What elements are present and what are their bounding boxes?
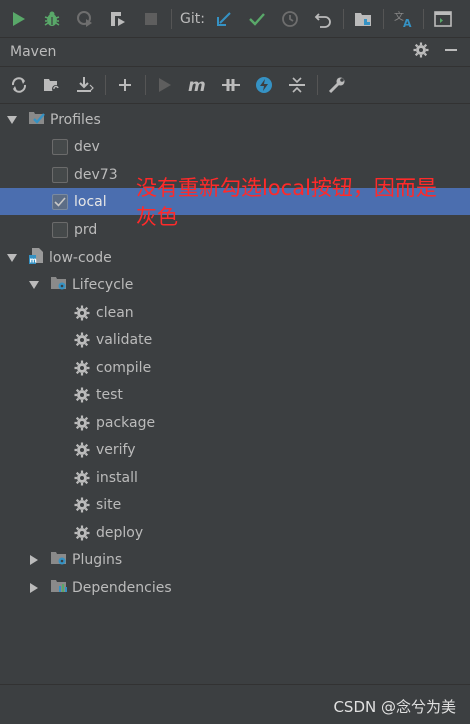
lifecycle-goal-package[interactable]: package: [0, 409, 470, 436]
skip-tests-icon[interactable]: [253, 74, 275, 96]
collapsed-arrow-icon[interactable]: [28, 582, 40, 594]
generate-sources-icon[interactable]: [41, 74, 63, 96]
lifecycle-goal-clean[interactable]: clean: [0, 299, 470, 326]
profile-label-local: local: [74, 193, 107, 210]
collapse-all-icon[interactable]: [286, 74, 308, 96]
terminal-icon[interactable]: [432, 8, 454, 30]
project-structure-icon[interactable]: [352, 8, 374, 30]
lifecycle-goal-deploy[interactable]: deploy: [0, 519, 470, 546]
stop-icon[interactable]: [140, 8, 162, 30]
tool-window-header: Maven: [0, 38, 470, 67]
toolbar-separator: [422, 8, 424, 29]
profile-checkbox-local[interactable]: [52, 193, 68, 210]
wrench-settings-icon[interactable]: [326, 74, 348, 96]
git-history-icon[interactable]: [279, 8, 301, 30]
goal-label: validate: [96, 331, 153, 348]
tree-node-profiles[interactable]: Profiles: [0, 106, 470, 133]
maven-project-icon: m: [28, 247, 46, 269]
goal-label: deploy: [96, 524, 144, 541]
goal-label: clean: [96, 304, 134, 321]
lifecycle-goal-verify[interactable]: verify: [0, 436, 470, 463]
lifecycle-goal-compile[interactable]: compile: [0, 354, 470, 381]
maven-toolbar: m: [0, 67, 470, 104]
goal-label: test: [96, 386, 123, 403]
tree-node-plugins[interactable]: Plugins: [0, 546, 470, 573]
profile-checkbox-dev73[interactable]: [52, 166, 68, 183]
rollback-icon[interactable]: [312, 8, 334, 30]
lifecycle-folder-icon: [50, 275, 68, 295]
svg-text:m: m: [188, 77, 206, 93]
git-label: Git:: [180, 10, 205, 27]
profile-icon[interactable]: [107, 8, 129, 30]
toolbar-separator: [171, 8, 172, 29]
goal-gear-icon: [74, 470, 90, 486]
profile-checkbox-dev[interactable]: [52, 138, 68, 155]
goal-gear-icon: [74, 332, 90, 348]
goal-label: package: [96, 414, 156, 431]
plugins-folder-icon: [50, 550, 68, 570]
lifecycle-goal-validate[interactable]: validate: [0, 326, 470, 353]
goal-label: install: [96, 469, 138, 486]
lifecycle-label: Lifecycle: [72, 276, 134, 293]
hide-minimize-icon[interactable]: [440, 43, 462, 61]
expanded-arrow-icon[interactable]: [6, 252, 18, 264]
toolbar-separator: [145, 75, 146, 95]
execute-maven-goal-icon[interactable]: m: [187, 74, 209, 96]
profile-label-dev: dev: [74, 138, 100, 155]
git-commit-icon[interactable]: [246, 8, 268, 30]
add-icon[interactable]: [114, 74, 136, 96]
annotation-text: 没有重新勾选local按钮，因而是灰色: [136, 176, 437, 229]
run-with-coverage-icon[interactable]: [74, 8, 96, 30]
goal-gear-icon: [74, 305, 90, 321]
profile-label-prd: prd: [74, 221, 98, 238]
collapsed-arrow-icon[interactable]: [28, 554, 40, 566]
reload-icon[interactable]: [8, 74, 30, 96]
tree-node-lifecycle[interactable]: Lifecycle: [0, 271, 470, 298]
tree-node-project[interactable]: m low-code: [0, 244, 470, 271]
dependencies-label: Dependencies: [72, 579, 172, 596]
profile-checkbox-prd[interactable]: [52, 221, 68, 238]
goal-gear-icon: [74, 360, 90, 376]
lifecycle-goal-site[interactable]: site: [0, 491, 470, 518]
expanded-arrow-icon[interactable]: [6, 114, 18, 126]
goal-gear-icon: [74, 497, 90, 513]
dependencies-folder-icon: [50, 578, 68, 598]
goal-gear-icon: [74, 525, 90, 541]
main-toolbar: Git: 文 A: [0, 0, 470, 38]
translate-icon[interactable]: 文 A: [392, 8, 414, 30]
goal-gear-icon: [74, 387, 90, 403]
settings-gear-icon[interactable]: [410, 42, 432, 62]
watermark-text: CSDN @念兮为美: [333, 698, 456, 716]
run-goal-icon[interactable]: [154, 74, 176, 96]
plugins-label: Plugins: [72, 551, 123, 568]
download-icon[interactable]: [74, 74, 96, 96]
tree-node-dependencies[interactable]: Dependencies: [0, 574, 470, 601]
project-label: low-code: [49, 249, 112, 266]
svg-text:A: A: [403, 17, 412, 28]
debug-icon[interactable]: [41, 8, 63, 30]
goal-label: compile: [96, 359, 152, 376]
toolbar-separator: [382, 8, 384, 29]
goal-label: verify: [96, 441, 136, 458]
toolbar-separator: [317, 75, 318, 95]
goal-gear-icon: [74, 442, 90, 458]
svg-text:m: m: [30, 256, 37, 264]
toggle-offline-icon[interactable]: [220, 74, 242, 96]
lifecycle-goal-test[interactable]: test: [0, 381, 470, 408]
expanded-arrow-icon[interactable]: [28, 279, 40, 291]
profile-item-dev[interactable]: dev: [0, 133, 470, 160]
git-update-icon[interactable]: [213, 8, 235, 30]
profiles-label: Profiles: [50, 111, 101, 128]
run-icon[interactable]: [8, 8, 30, 30]
panel-title: Maven: [10, 44, 57, 60]
goal-label: site: [96, 496, 122, 513]
goal-gear-icon: [74, 415, 90, 431]
profiles-folder-icon: [28, 110, 46, 130]
lifecycle-goal-install[interactable]: install: [0, 464, 470, 491]
profile-label-dev73: dev73: [74, 166, 118, 183]
toolbar-separator: [105, 75, 106, 95]
toolbar-separator: [342, 8, 344, 29]
